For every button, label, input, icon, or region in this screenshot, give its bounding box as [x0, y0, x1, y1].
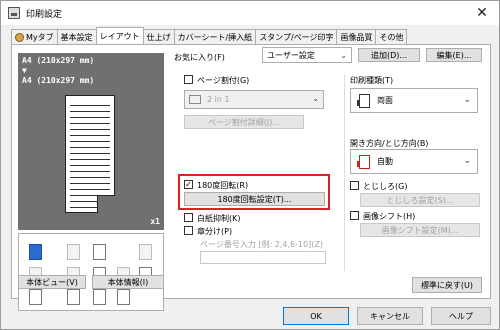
chevron-down-icon: ⌄: [340, 51, 347, 60]
chapter-label: 章分け(P): [197, 227, 233, 236]
print-type-label: 印刷種類(T): [350, 76, 394, 85]
device-options-pane: [18, 233, 164, 311]
title-bar: 印刷設定 ✕: [1, 1, 499, 25]
page-preview-icon: [65, 95, 115, 213]
chapter-page-input[interactable]: [200, 251, 326, 264]
device-option-icon: [67, 244, 80, 260]
page-combination-checkbox[interactable]: [184, 75, 193, 84]
page-combination-details-button[interactable]: ページ割付詳細(J)...: [184, 115, 304, 129]
favorites-label: お気に入り(F): [174, 53, 225, 62]
duplex-icon: [357, 93, 370, 108]
tab-bar: Myタブ 基本設定 レイアウト 仕上げ カバーシート/挿入紙 スタンプ/ページ印…: [11, 27, 408, 44]
layout-panel: A4 (210x297 mm) ▼ A4 (210x297 mm) x1 本体ビ…: [11, 44, 491, 311]
help-button[interactable]: ヘルプ: [431, 307, 491, 325]
page-combination-label: ページ割付(G): [197, 76, 250, 85]
blank-page-label: 白紙抑制(K): [197, 214, 241, 223]
tab-other[interactable]: その他: [375, 29, 408, 44]
divider: [344, 75, 345, 271]
preview-copies: x1: [150, 217, 160, 226]
tab-my-tab[interactable]: Myタブ: [11, 29, 58, 44]
chapter-checkbox[interactable]: [184, 226, 193, 235]
image-shift-label: 画像シフト(H): [363, 212, 416, 221]
device-info-button[interactable]: 本体情報(I): [92, 275, 164, 289]
chevron-down-icon: ⌄: [312, 94, 319, 103]
device-option-icon: [93, 289, 106, 305]
restore-defaults-button[interactable]: 標準に戻す(U): [412, 277, 482, 293]
chevron-down-icon: ⌄: [463, 95, 471, 105]
tab-cover-sheet[interactable]: カバーシート/挿入紙: [173, 29, 257, 44]
print-settings-window: 印刷設定 ✕ Myタブ 基本設定 レイアウト 仕上げ カバーシート/挿入紙 スタ…: [0, 0, 500, 330]
binding-direction-select[interactable]: 自動 ⌄: [350, 149, 478, 174]
cancel-button[interactable]: キャンセル: [357, 307, 423, 325]
tab-image-quality[interactable]: 画像品質: [336, 29, 377, 44]
ok-button[interactable]: OK: [283, 307, 349, 325]
user-icon: [15, 32, 24, 42]
preview-original-size: A4 (210x297 mm): [22, 56, 95, 65]
device-option-icon: [29, 244, 42, 260]
binding-icon: [357, 154, 370, 169]
device-option-icon: [93, 244, 106, 260]
print-type-value: 両面: [377, 96, 393, 105]
edit-favorite-button[interactable]: 編集(E)...: [426, 48, 482, 62]
device-option-icon: [117, 289, 130, 305]
favorites-select[interactable]: ユーザー設定 ⌄: [262, 47, 352, 63]
close-button[interactable]: ✕: [465, 1, 499, 25]
tab-basic[interactable]: 基本設定: [56, 29, 97, 44]
preview-arrow: ▼: [22, 66, 27, 75]
page-combination-select[interactable]: 2 in 1 ⌄: [184, 90, 324, 109]
image-shift-checkbox[interactable]: [350, 211, 359, 220]
binding-direction-value: 自動: [377, 157, 393, 166]
print-type-select[interactable]: 両面 ⌄: [350, 88, 478, 113]
highlight-box: [178, 174, 330, 210]
tab-finishing[interactable]: 仕上げ: [142, 29, 175, 44]
tab-layout[interactable]: レイアウト: [95, 27, 144, 44]
chevron-down-icon: ⌄: [463, 156, 471, 166]
chapter-page-input-label: ページ番号入力 [例: 2,4,6-10](Z): [200, 240, 324, 249]
blank-page-checkbox[interactable]: [184, 213, 193, 222]
device-option-icon: [29, 289, 42, 305]
binding-margin-label: とじしろ(G): [363, 182, 408, 191]
device-view-button[interactable]: 本体ビュー(V): [18, 275, 86, 289]
tab-stamp[interactable]: スタンプ/ページ印字: [255, 29, 338, 44]
layout-grid-icon: [189, 95, 201, 104]
binding-direction-label: 開き方向/とじ方向(B): [350, 139, 429, 148]
printer-icon: [8, 7, 20, 19]
binding-margin-checkbox[interactable]: [350, 181, 359, 190]
tab-label: Myタブ: [26, 32, 54, 42]
preview-output-size: A4 (210x297 mm): [22, 76, 95, 85]
device-option-icon: [139, 244, 152, 260]
device-option-icon: [67, 289, 80, 305]
image-shift-settings-button[interactable]: 画像シフト設定(M)...: [360, 223, 480, 237]
page-combination-value: 2 in 1: [207, 95, 230, 104]
favorites-value: ユーザー設定: [267, 50, 315, 60]
binding-margin-settings-button[interactable]: とじしろ設定(S)...: [360, 193, 480, 207]
add-favorite-button[interactable]: 追加(D)...: [358, 48, 420, 62]
paper-preview: A4 (210x297 mm) ▼ A4 (210x297 mm) x1: [18, 53, 164, 230]
window-title: 印刷設定: [26, 9, 63, 20]
